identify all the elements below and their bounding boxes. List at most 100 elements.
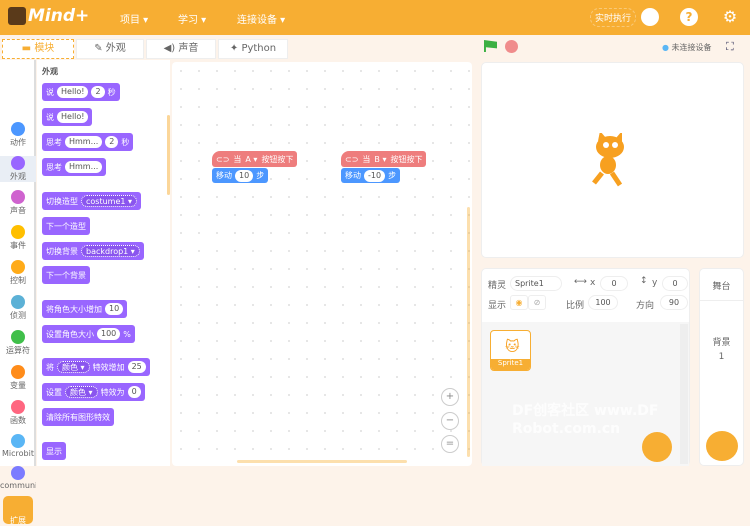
block-input[interactable]: 10	[105, 303, 124, 315]
sprite-list-scrollbar[interactable]	[680, 324, 688, 464]
stage-title: 舞台	[700, 279, 743, 301]
y-input[interactable]: 0	[662, 276, 688, 291]
category-6[interactable]: 运算符	[0, 330, 36, 356]
category-dot-icon	[11, 225, 25, 239]
category-label: communi	[0, 481, 36, 490]
tab-blocks[interactable]: ▬ 模块	[2, 39, 74, 59]
block-change-size[interactable]: 将角色大小增加 10	[42, 300, 128, 318]
menu-connect-device[interactable]: 连接设备 ▾	[237, 11, 285, 26]
category-11[interactable]: 扩展	[3, 496, 33, 525]
category-1[interactable]: 外观	[0, 156, 36, 182]
palette-scrollbar[interactable]	[167, 115, 170, 195]
block-switch-backdrop[interactable]: 切换背景 backdrop1 ▾	[42, 242, 144, 260]
fullscreen-icon[interactable]: ⛶	[726, 40, 734, 54]
show-eye-icon[interactable]: ◉	[510, 295, 528, 310]
block-set-size[interactable]: 设置角色大小 100%	[42, 325, 135, 343]
block-show[interactable]: 显示	[42, 442, 66, 460]
category-dot-icon	[11, 500, 25, 514]
block-change-effect[interactable]: 将颜色 ▾ 特效增加 25	[42, 358, 150, 376]
when-button-pressed-block[interactable]: ⊂⊃ 当 A ▾ 按钮按下	[212, 151, 298, 167]
category-3[interactable]: 事件	[0, 225, 36, 251]
block-input[interactable]: Hello!	[57, 111, 89, 123]
category-2[interactable]: 声音	[0, 190, 36, 216]
stage-canvas[interactable]	[481, 62, 744, 258]
speaker-icon: ◀)	[163, 43, 179, 54]
block-say[interactable]: 说 Hello!	[42, 108, 93, 126]
block-input[interactable]: 100	[97, 328, 121, 340]
category-7[interactable]: 变量	[0, 365, 36, 391]
stop-icon[interactable]	[505, 40, 518, 53]
steps-input[interactable]: -10	[364, 169, 386, 182]
category-label: 声音	[10, 206, 26, 215]
block-text: 按钮按下	[390, 154, 423, 164]
script-vscrollbar[interactable]	[467, 207, 470, 457]
category-10[interactable]: communi	[0, 466, 36, 490]
size-input[interactable]: 100	[588, 295, 618, 310]
category-dot-icon	[11, 295, 25, 309]
block-input[interactable]: 2	[105, 136, 119, 148]
move-steps-block[interactable]: 移动 10 步	[212, 168, 269, 183]
category-4[interactable]: 控制	[0, 260, 36, 286]
hide-eye-icon[interactable]: ⊘	[528, 295, 546, 310]
tab-python[interactable]: ✦ Python	[218, 39, 288, 59]
block-input[interactable]: Hmm...	[65, 161, 103, 173]
tab-sounds[interactable]: ◀) 声音	[146, 39, 216, 59]
block-input[interactable]: Hello!	[57, 86, 89, 98]
menu-project[interactable]: 项目 ▾	[120, 11, 148, 26]
block-text: 将	[46, 362, 54, 372]
zoom-out-icon[interactable]: −	[441, 412, 459, 430]
sprite-name-input[interactable]: Sprite1	[510, 276, 562, 291]
block-say-secs[interactable]: 说 Hello! 2 秒	[42, 83, 120, 101]
help-icon[interactable]: ?	[680, 8, 698, 26]
device-status[interactable]: ● 未连接设备	[662, 42, 712, 53]
block-dropdown[interactable]: 颜色 ▾	[65, 386, 98, 398]
block-clear-effects[interactable]: 清除所有图形特效	[42, 408, 114, 426]
key-dropdown[interactable]: B ▾	[374, 155, 386, 164]
menu-learn[interactable]: 学习 ▾	[178, 11, 206, 26]
script-area[interactable]	[172, 62, 472, 466]
sprite-list: 🐱 Sprite1 DF创客社区 www.DFRobot.com.cn	[482, 322, 689, 466]
zoom-in-icon[interactable]: +	[441, 388, 459, 406]
brush-icon: ✎	[94, 43, 106, 54]
move-steps-block[interactable]: 移动 -10 步	[341, 168, 401, 183]
block-text: 步	[388, 171, 397, 180]
block-dropdown[interactable]: costume1 ▾	[81, 195, 138, 207]
category-5[interactable]: 侦测	[0, 295, 36, 321]
block-think[interactable]: 思考 Hmm...	[42, 158, 107, 176]
green-flag-icon[interactable]	[484, 40, 497, 52]
block-dropdown[interactable]: 颜色 ▾	[57, 361, 90, 373]
category-9[interactable]: Microbit	[0, 434, 36, 458]
block-next-costume[interactable]: 下一个造型	[42, 217, 90, 235]
block-input[interactable]: 25	[127, 361, 146, 373]
add-backdrop-button[interactable]	[706, 431, 738, 461]
steps-input[interactable]: 10	[235, 169, 254, 182]
add-sprite-button[interactable]	[642, 432, 672, 462]
x-input[interactable]: 0	[600, 276, 628, 291]
block-input[interactable]: Hmm...	[65, 136, 103, 148]
block-set-effect[interactable]: 设置 颜色 ▾ 特效为 0	[42, 383, 145, 401]
tab-costumes[interactable]: ✎ 外观	[76, 39, 144, 59]
block-dropdown[interactable]: backdrop1 ▾	[81, 245, 140, 257]
category-8[interactable]: 函数	[0, 400, 36, 426]
header: Mind+ 项目 ▾ 学习 ▾ 连接设备 ▾ 实时执行 ? ⚙	[0, 0, 750, 35]
cat-sprite[interactable]	[586, 133, 630, 189]
settings-gear-icon[interactable]: ⚙	[721, 8, 739, 26]
block-next-backdrop[interactable]: 下一个背景	[42, 266, 90, 284]
block-think-secs[interactable]: 思考 Hmm... 2 秒	[42, 133, 134, 151]
stage-panel[interactable]: 舞台 背景 1	[699, 268, 744, 466]
script-hscrollbar[interactable]	[237, 460, 407, 463]
block-switch-costume[interactable]: 切换造型 costume1 ▾	[42, 192, 142, 210]
realtime-toggle[interactable]	[641, 8, 659, 26]
mindplus-logo[interactable]: Mind+	[8, 6, 89, 26]
backdrops-count: 1	[718, 352, 725, 362]
sprite-thumbnail[interactable]: 🐱 Sprite1	[490, 330, 531, 371]
sprite-label: 精灵	[488, 281, 507, 291]
category-0[interactable]: 动作	[0, 122, 36, 148]
when-button-pressed-block[interactable]: ⊂⊃ 当 B ▾ 按钮按下	[341, 151, 427, 167]
block-text: 当	[362, 154, 371, 164]
block-input[interactable]: 2	[91, 86, 105, 98]
key-dropdown[interactable]: A ▾	[245, 155, 257, 164]
zoom-reset-icon[interactable]: =	[441, 435, 459, 453]
direction-input[interactable]: 90	[660, 295, 688, 310]
block-input[interactable]: 0	[127, 386, 141, 398]
